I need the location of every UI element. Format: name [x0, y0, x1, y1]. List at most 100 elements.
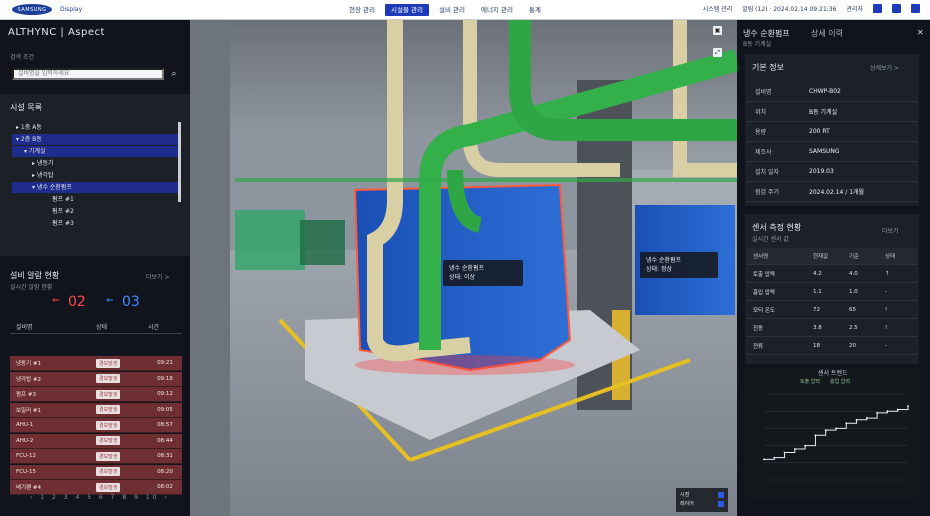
sensor-row[interactable]: 전류 18 20 - — [747, 338, 917, 355]
col-status: 상태 — [96, 324, 108, 331]
sensor-row[interactable]: 모터 온도 72 65! — [747, 302, 917, 319]
user-icon[interactable] — [873, 4, 882, 13]
col-time: 시간 — [148, 324, 160, 331]
alarm-time: 08:31 — [157, 453, 173, 459]
alarm-status-cell: 경보발생 — [96, 420, 148, 430]
alarm-pager[interactable]: ‹ 1 2 3 4 5 6 7 8 9 10 › — [30, 494, 170, 501]
close-icon[interactable]: ✕ — [917, 28, 924, 37]
tree-title: 시설 목록 — [10, 103, 42, 112]
tree-item[interactable]: 펌프 #1 — [12, 194, 178, 205]
alarm-table-row[interactable]: FCU-15 경보발생 08:20 — [10, 464, 182, 480]
nav-energy[interactable]: 에너지 관리 — [475, 4, 519, 16]
sensor-standard: 20 — [849, 343, 856, 349]
alarm-table-row[interactable]: 배기팬 #4 경보발생 08:02 — [10, 480, 182, 495]
pump-tag-main-status: 상태: 이상 — [449, 274, 476, 281]
layer-toggle-icon[interactable] — [718, 500, 724, 507]
data-point — [773, 456, 776, 459]
col-standard: 기준 — [849, 254, 860, 260]
pump-tag-right-name: 냉수 순환펌프 — [646, 257, 682, 264]
alarm-link[interactable]: 알림 (12) · 2024.02.14 09:21:36 — [742, 4, 836, 13]
view-toggle-icon[interactable] — [718, 491, 724, 498]
alarm-equipment-name: 펌프 #3 — [16, 392, 36, 398]
alarm-status-badge: 경보발생 — [96, 482, 121, 492]
data-point — [824, 429, 827, 432]
alarm-table-row[interactable]: AHU-2 경보발생 08:44 — [10, 433, 182, 449]
sensor-standard: 4.0 — [849, 271, 858, 277]
alarm-status-cell: 경보발생 — [96, 358, 148, 368]
tree-item[interactable]: ▸ 냉동기 — [12, 158, 178, 169]
system-link[interactable]: 시스템 관리 — [703, 4, 733, 13]
info-row: 위치 B동 기계실 — [747, 102, 917, 122]
tree-item[interactable]: ▾ 냉수 순환펌프 — [12, 182, 178, 193]
alarm-equipment-name: 냉각탑 #2 — [16, 376, 42, 383]
left-column — [190, 20, 230, 516]
layers-icon[interactable]: ▣ — [713, 26, 722, 35]
data-point — [855, 418, 858, 421]
alarm-count-critical: 02 — [68, 294, 86, 310]
nav-stats[interactable]: 통계 — [523, 4, 547, 16]
sensor-row[interactable]: 진동 3.8 2.5! — [747, 320, 917, 337]
tab-history[interactable]: 상세 이력 — [811, 28, 843, 39]
alarm-table-row[interactable]: 펌프 #3 경보발생 09:12 — [10, 387, 182, 402]
sensor-state: - — [885, 289, 887, 295]
tree-item[interactable]: ▸ 1층 A동 — [12, 122, 178, 133]
tree-scrollbar[interactable] — [178, 122, 181, 202]
info-more-link[interactable]: 상세보기 > — [870, 63, 899, 72]
info-value: SAMSUNG — [809, 148, 840, 155]
pump-tag-main[interactable]: 냉수 순환펌프 상태: 이상 — [443, 260, 523, 286]
tree-item[interactable]: 펌프 #3 — [12, 218, 178, 229]
alarm-status-badge: 경보발생 — [96, 389, 121, 399]
trend-chart — [763, 393, 909, 481]
layer-control-row[interactable]: 레이어 — [680, 499, 724, 508]
expand-icon[interactable]: ⤢ — [713, 48, 722, 57]
info-value: B동 기계실 — [809, 109, 838, 116]
tree-item[interactable]: ▾ 2층 B동 — [12, 134, 178, 145]
user-link[interactable]: 관리자 — [846, 4, 863, 13]
alarm-time: 08:02 — [157, 484, 173, 490]
alarm-status-cell: 경보발생 — [96, 389, 148, 399]
info-key: 설비명 — [755, 89, 772, 96]
nav-facility[interactable]: 시설물 관리 — [385, 4, 429, 16]
search-input[interactable] — [12, 68, 164, 80]
nav-site[interactable]: 현장 관리 — [343, 4, 381, 16]
tree-item[interactable]: ▾ 기계실 — [12, 146, 178, 157]
tree-item[interactable]: 펌프 #2 — [12, 206, 178, 217]
pump-tag-main-name: 냉수 순환펌프 — [449, 265, 485, 272]
top-right-links: 시스템 관리 알림 (12) · 2024.02.14 09:21:36 관리자 — [703, 4, 920, 13]
alarm-status-badge: 경보발생 — [96, 405, 121, 414]
alarm-status-cell: 경보발생 — [96, 374, 148, 383]
alarm-table-row[interactable]: 보일러 #1 경보발생 09:05 — [10, 402, 182, 418]
col-state: 상태 — [885, 254, 896, 260]
col-value: 현재값 — [813, 254, 829, 260]
view-control-row[interactable]: 시점 — [680, 490, 724, 499]
sensor-standard: 65 — [849, 307, 856, 313]
brand-logo[interactable]: SAMSUNG Display — [12, 4, 82, 15]
sensor-name: 전류 — [753, 344, 764, 350]
alarm-more-link[interactable]: 더보기 > — [146, 272, 170, 281]
logout-icon[interactable] — [911, 4, 920, 13]
alarm-table-row[interactable]: 냉동기 #1 경보발생 09:21 — [10, 356, 182, 371]
tree-item[interactable]: ▸ 냉각탑 — [12, 170, 178, 181]
sensor-state: ! — [885, 307, 888, 313]
alarm-table-row[interactable]: FCU-12 경보발생 08:31 — [10, 449, 182, 464]
alarm-equipment-name: 냉동기 #1 — [16, 361, 42, 367]
alarm-table-row[interactable]: AHU-1 경보발생 08:57 — [10, 418, 182, 433]
alarm-table-row[interactable]: 냉각탑 #2 경보발생 09:18 — [10, 371, 182, 387]
pump-tag-right[interactable]: 냉수 순환펌프 상태: 정상 — [640, 252, 718, 278]
view-controls: 시점 레이어 — [676, 488, 728, 512]
layer-label: 레이어 — [680, 501, 694, 507]
nav-equipment[interactable]: 설비 관리 — [433, 4, 471, 16]
sensor-more-link[interactable]: 더보기 — [882, 226, 899, 235]
search-icon[interactable]: ⌕ — [168, 68, 180, 80]
sensor-row[interactable]: 토출 압력 4.2 4.0 ↑ — [747, 266, 917, 283]
alarm-equipment-name: FCU-15 — [16, 468, 37, 475]
info-value: 2024.02.14 / 1개월 — [809, 189, 865, 196]
chart-title: 센서 트렌드 — [818, 370, 848, 377]
alarm-time: 09:05 — [157, 406, 173, 413]
col-sensor: 센서명 — [753, 254, 769, 260]
sensor-standard: 2.5 — [849, 325, 858, 331]
menu-icon[interactable] — [892, 4, 901, 13]
sensor-row[interactable]: 흡입 압력 1.1 1.0 - — [747, 284, 917, 301]
samsung-logo: SAMSUNG — [12, 4, 52, 15]
alarm-time: 09:21 — [157, 360, 173, 366]
